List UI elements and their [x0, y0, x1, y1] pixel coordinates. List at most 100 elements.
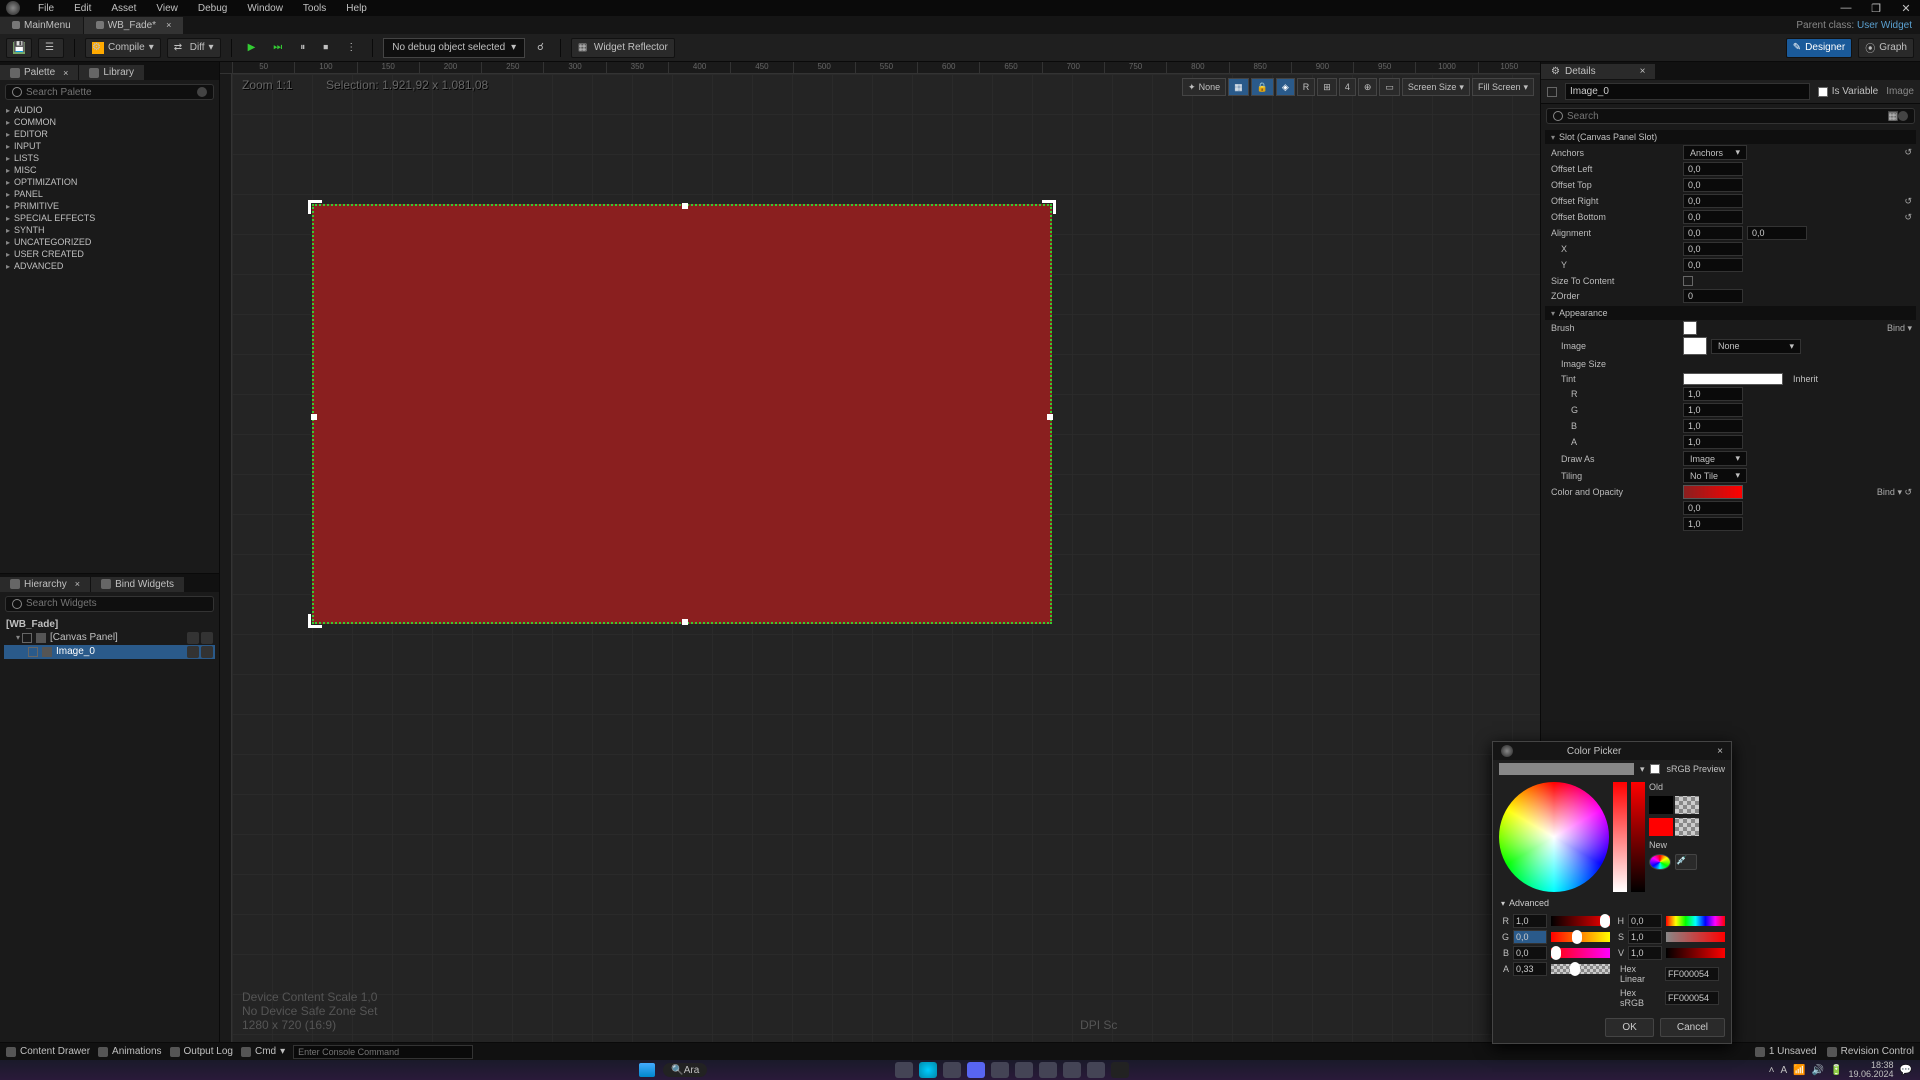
tint-b-input[interactable] [1683, 419, 1743, 433]
details-search-input[interactable] [1567, 111, 1888, 122]
app-icon[interactable] [1015, 1062, 1033, 1078]
animations-button[interactable]: Animations [98, 1046, 161, 1057]
align-y-input[interactable] [1747, 226, 1807, 240]
checkbox[interactable] [1547, 87, 1557, 97]
maximize-button[interactable]: ❐ [1868, 2, 1884, 15]
section-appearance[interactable]: Appearance [1545, 306, 1916, 320]
tab-bind-widgets[interactable]: Bind Widgets [91, 577, 184, 592]
old-swatch[interactable] [1649, 796, 1673, 814]
eye-icon[interactable] [187, 646, 199, 658]
console-input[interactable] [293, 1045, 473, 1059]
compile-button[interactable]: ⚙Compile▾ [85, 38, 161, 58]
tint-g-input[interactable] [1683, 403, 1743, 417]
more-button[interactable]: ⋮ [340, 38, 362, 58]
stop-button[interactable]: ⏹ [317, 38, 334, 58]
grid-button[interactable]: ⊞ [1317, 78, 1337, 96]
minimize-button[interactable]: — [1838, 2, 1854, 15]
offset-right-input[interactable] [1683, 194, 1743, 208]
menu-debug[interactable]: Debug [188, 2, 237, 15]
zoom-button[interactable]: ⊕ [1358, 78, 1378, 96]
advanced-header[interactable]: Advanced [1493, 896, 1731, 910]
offset-bottom-input[interactable] [1683, 210, 1743, 224]
offset-left-input[interactable] [1683, 162, 1743, 176]
dialog-titlebar[interactable]: Color Picker × [1493, 742, 1731, 760]
discord-icon[interactable] [967, 1062, 985, 1078]
extra-input[interactable] [1683, 501, 1743, 515]
tint-r-input[interactable] [1683, 387, 1743, 401]
cat-primitive[interactable]: PRIMITIVE [0, 200, 219, 212]
unsaved-badge[interactable]: 1 Unsaved [1755, 1046, 1817, 1057]
cat-lists[interactable]: LISTS [0, 152, 219, 164]
clock[interactable]: 18:38 19.06.2024 [1849, 1061, 1894, 1079]
cat-editor[interactable]: EDITOR [0, 128, 219, 140]
cat-special-effects[interactable]: SPECIAL EFFECTS [0, 212, 219, 224]
r-button[interactable]: R [1297, 78, 1316, 96]
image-thumb[interactable] [1683, 337, 1707, 355]
anchors-dropdown[interactable]: Anchors▾ [1683, 145, 1747, 160]
selected-widget[interactable] [312, 204, 1052, 624]
reset-icon[interactable]: ↺ [1904, 147, 1912, 158]
cat-misc[interactable]: MISC [0, 164, 219, 176]
close-icon[interactable]: × [1717, 746, 1723, 757]
browse-button[interactable]: ☰ [38, 38, 64, 58]
lock-button[interactable]: 🔒 [1251, 78, 1274, 96]
y-input[interactable] [1683, 258, 1743, 272]
handle-bottom-mid[interactable] [682, 619, 688, 625]
a-slider[interactable] [1551, 964, 1610, 974]
find-button[interactable]: ☌ [531, 38, 550, 58]
saturation-slider[interactable] [1613, 782, 1627, 892]
menu-edit[interactable]: Edit [64, 2, 101, 15]
section-slot[interactable]: Slot (Canvas Panel Slot) [1545, 130, 1916, 144]
bind-dropdown[interactable]: Bind ▾ ↺ [1877, 487, 1912, 498]
menu-window[interactable]: Window [237, 2, 293, 15]
draw-as-dropdown[interactable]: Image▾ [1683, 451, 1747, 466]
app-icon[interactable] [1087, 1062, 1105, 1078]
object-name-input[interactable] [1565, 83, 1810, 100]
wheel-mode-button[interactable] [1649, 854, 1671, 870]
widget-reflector-button[interactable]: ▦Widget Reflector [571, 38, 675, 58]
tab-details[interactable]: ⚙Details× [1541, 64, 1655, 79]
g-input[interactable] [1513, 930, 1547, 944]
lang-indicator[interactable]: A [1780, 1065, 1787, 1076]
designer-button[interactable]: ✎Designer [1786, 38, 1852, 58]
cat-optimization[interactable]: OPTIMIZATION [0, 176, 219, 188]
pause-button[interactable]: ⏸ [294, 38, 311, 58]
zorder-input[interactable] [1683, 289, 1743, 303]
tree-root[interactable]: [WB_Fade] [4, 618, 215, 631]
menu-file[interactable]: File [28, 2, 64, 15]
settings-icon[interactable] [197, 87, 207, 97]
reset-icon[interactable]: ↺ [1904, 212, 1912, 223]
r-input[interactable] [1513, 914, 1547, 928]
taskbar-search[interactable]: 🔍 Ara [663, 1063, 707, 1077]
screen-size-dropdown[interactable]: Screen Size▾ [1402, 78, 1470, 96]
app-icon[interactable] [1063, 1062, 1081, 1078]
wifi-icon[interactable]: 📶 [1793, 1065, 1805, 1076]
close-icon[interactable]: × [63, 68, 68, 78]
hex-linear-input[interactable] [1665, 967, 1719, 981]
tab-library[interactable]: Library [79, 65, 144, 80]
eye-icon[interactable] [187, 632, 199, 644]
is-variable-checkbox[interactable] [1818, 87, 1828, 97]
taskview-icon[interactable] [895, 1062, 913, 1078]
none-button[interactable]: ✦None [1182, 78, 1226, 96]
v-slider[interactable] [1666, 948, 1725, 958]
brush-swatch[interactable] [1683, 321, 1697, 335]
tree-canvas[interactable]: ▾[Canvas Panel] [4, 631, 215, 645]
color-swatch[interactable] [1683, 485, 1743, 499]
menu-help[interactable]: Help [336, 2, 377, 15]
tab-palette[interactable]: Palette× [0, 65, 78, 80]
b-input[interactable] [1513, 946, 1547, 960]
extra-input[interactable] [1683, 517, 1743, 531]
cat-input[interactable]: INPUT [0, 140, 219, 152]
app-icon[interactable] [991, 1062, 1009, 1078]
chevron-up-icon[interactable]: ˄ [1769, 1065, 1775, 1076]
handle-mid-left[interactable] [311, 414, 317, 420]
cat-advanced[interactable]: ADVANCED [0, 260, 219, 272]
cancel-button[interactable]: Cancel [1660, 1018, 1725, 1037]
tab-hierarchy[interactable]: Hierarchy× [0, 577, 90, 592]
color-wheel[interactable] [1499, 782, 1609, 892]
close-button[interactable]: ✕ [1898, 2, 1914, 15]
volume-icon[interactable]: 🔊 [1812, 1065, 1824, 1076]
reset-icon[interactable]: ↺ [1904, 196, 1912, 207]
unreal-icon[interactable] [1111, 1062, 1129, 1078]
